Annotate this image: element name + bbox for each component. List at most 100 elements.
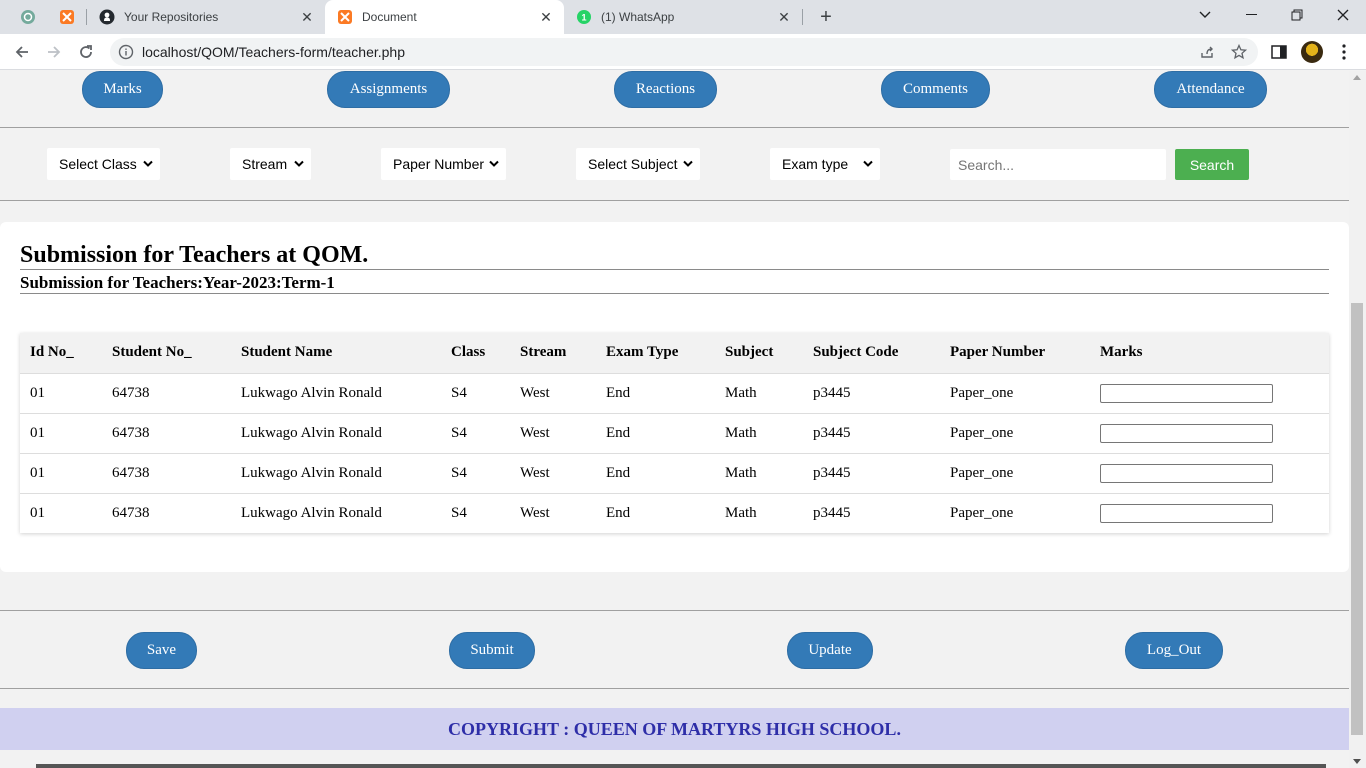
table-cell: 64738: [112, 464, 150, 481]
search-placeholder: Search...: [958, 156, 1015, 173]
horizontal-scroll-strip: [36, 764, 1326, 768]
marks-cell: [1090, 413, 1329, 453]
chatgpt-pinned-tab[interactable]: [14, 5, 42, 29]
subtitle-underline: [20, 293, 1329, 294]
save-button[interactable]: Save: [126, 632, 197, 669]
xampp-pinned-tab[interactable]: [53, 5, 81, 29]
table-cell: Math: [725, 384, 757, 401]
table-header-row: Id No_ Student No_ Student Name Class St…: [20, 333, 1329, 373]
submit-button[interactable]: Submit: [449, 632, 535, 669]
marks-button[interactable]: Marks: [82, 71, 163, 108]
marks-cell: [1090, 453, 1329, 493]
update-button[interactable]: Update: [787, 632, 873, 669]
whatsapp-icon: 1: [576, 9, 592, 25]
reactions-button[interactable]: Reactions: [614, 71, 717, 108]
share-icon[interactable]: [1198, 43, 1216, 61]
column-header: Student Name: [241, 344, 333, 361]
tab-document[interactable]: Document ✕: [325, 0, 564, 34]
stream-value: Stream: [242, 156, 288, 172]
search-input[interactable]: Search...: [950, 149, 1166, 180]
marks-table: Id No_ Student No_ Student Name Class St…: [20, 333, 1329, 533]
new-tab-button[interactable]: +: [814, 6, 838, 28]
minimize-icon[interactable]: [1228, 0, 1274, 30]
paper-number-dropdown[interactable]: Paper Number: [381, 148, 506, 180]
tab-whatsapp[interactable]: 1 (1) WhatsApp ✕: [564, 0, 802, 34]
table-cell: Math: [725, 464, 757, 481]
page-subtitle: Submission for Teachers:Year-2023:Term-1: [20, 273, 335, 292]
title-underline: [20, 269, 1329, 270]
close-icon[interactable]: ✕: [297, 7, 317, 27]
side-panel-icon[interactable]: [1269, 42, 1289, 62]
logout-button[interactable]: Log_Out: [1125, 632, 1223, 669]
table-cell: Paper_one: [950, 464, 1014, 481]
divider: [0, 200, 1349, 201]
table-cell: 01: [30, 464, 45, 481]
footer-copyright: COPYRIGHT : QUEEN OF MARTYRS HIGH SCHOOL…: [0, 708, 1349, 750]
tab-title: (1) WhatsApp: [601, 10, 675, 24]
chevron-down-icon: [863, 160, 873, 167]
scroll-up-arrow-icon[interactable]: [1353, 75, 1361, 80]
column-header: Subject: [725, 344, 774, 361]
table-cell: S4: [451, 424, 467, 441]
chatgpt-icon: [21, 10, 35, 24]
column-header: Class: [451, 344, 486, 361]
marks-input[interactable]: [1100, 463, 1273, 483]
table-cell: West: [520, 384, 550, 401]
table-cell: End: [606, 504, 631, 521]
xampp-icon: [337, 9, 353, 25]
tab-title: Document: [362, 10, 417, 24]
scroll-down-arrow-icon[interactable]: [1353, 759, 1361, 764]
tab-your-repositories[interactable]: Your Repositories ✕: [87, 0, 325, 34]
table-cell: 01: [30, 384, 45, 401]
select-class-dropdown[interactable]: Select Class: [47, 148, 160, 180]
reload-icon[interactable]: [74, 40, 98, 64]
table-cell: Lukwago Alvin Ronald: [241, 504, 382, 521]
assignments-button[interactable]: Assignments: [327, 71, 450, 108]
restore-icon[interactable]: [1274, 0, 1320, 30]
close-icon[interactable]: ✕: [536, 7, 556, 27]
browser-toolbar: localhost/QOM/Teachers-form/teacher.php: [0, 34, 1366, 70]
window-close-icon[interactable]: [1320, 0, 1366, 30]
column-header: Subject Code: [813, 344, 899, 361]
marks-input[interactable]: [1100, 383, 1273, 403]
scrollbar-thumb[interactable]: [1351, 303, 1363, 735]
marks-input[interactable]: [1100, 503, 1273, 523]
marks-input[interactable]: [1100, 423, 1273, 443]
address-bar[interactable]: localhost/QOM/Teachers-form/teacher.php: [110, 38, 1258, 66]
marks-cell: [1090, 373, 1329, 413]
column-header: Paper Number: [950, 344, 1046, 361]
divider: [0, 127, 1349, 128]
table-cell: End: [606, 464, 631, 481]
table-cell: S4: [451, 504, 467, 521]
forward-arrow-icon[interactable]: [42, 40, 66, 64]
table-cell: p3445: [813, 384, 851, 401]
table-cell: End: [606, 384, 631, 401]
back-arrow-icon[interactable]: [10, 40, 34, 64]
profile-avatar[interactable]: [1301, 41, 1323, 63]
exam-type-dropdown[interactable]: Exam type: [770, 148, 880, 180]
table-cell: West: [520, 504, 550, 521]
table-cell: S4: [451, 464, 467, 481]
github-icon: [99, 9, 115, 25]
comments-button[interactable]: Comments: [881, 71, 990, 108]
exam-type-value: Exam type: [782, 156, 849, 172]
table-cell: p3445: [813, 504, 851, 521]
table-cell: End: [606, 424, 631, 441]
vertical-scrollbar[interactable]: [1349, 71, 1366, 768]
info-icon[interactable]: [118, 44, 134, 60]
divider: [0, 688, 1349, 689]
table-cell: 01: [30, 504, 45, 521]
column-header: Student No_: [112, 344, 192, 361]
tab-search-chevron-icon[interactable]: [1182, 0, 1228, 30]
bookmark-star-icon[interactable]: [1230, 43, 1248, 61]
submission-card: Submission for Teachers at QOM. Submissi…: [0, 222, 1349, 572]
select-subject-dropdown[interactable]: Select Subject: [576, 148, 700, 180]
stream-dropdown[interactable]: Stream: [230, 148, 311, 180]
kebab-menu-icon[interactable]: [1334, 42, 1354, 62]
divider: [0, 610, 1349, 611]
search-button[interactable]: Search: [1175, 149, 1249, 180]
close-icon[interactable]: ✕: [774, 7, 794, 27]
attendance-button[interactable]: Attendance: [1154, 71, 1267, 108]
table-cell: 64738: [112, 384, 150, 401]
url-text: localhost/QOM/Teachers-form/teacher.php: [142, 44, 406, 60]
